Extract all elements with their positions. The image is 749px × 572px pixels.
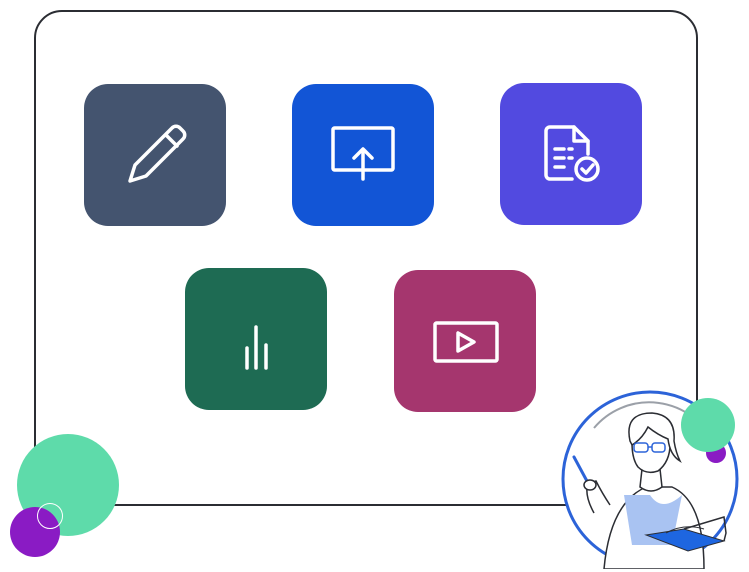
play-video-icon [433,321,499,363]
tile-approve[interactable] [500,83,642,225]
pencil-icon [128,124,187,183]
teacher-illustration [561,390,739,569]
tile-video[interactable] [394,270,536,412]
tile-edit[interactable] [84,84,226,226]
tile-analytics[interactable] [185,268,327,410]
tile-present[interactable] [292,84,434,226]
bar-chart-icon [245,325,268,370]
document-check-icon [544,125,600,182]
decor-outline-circle [37,503,63,529]
screen-upload-icon [331,126,395,181]
